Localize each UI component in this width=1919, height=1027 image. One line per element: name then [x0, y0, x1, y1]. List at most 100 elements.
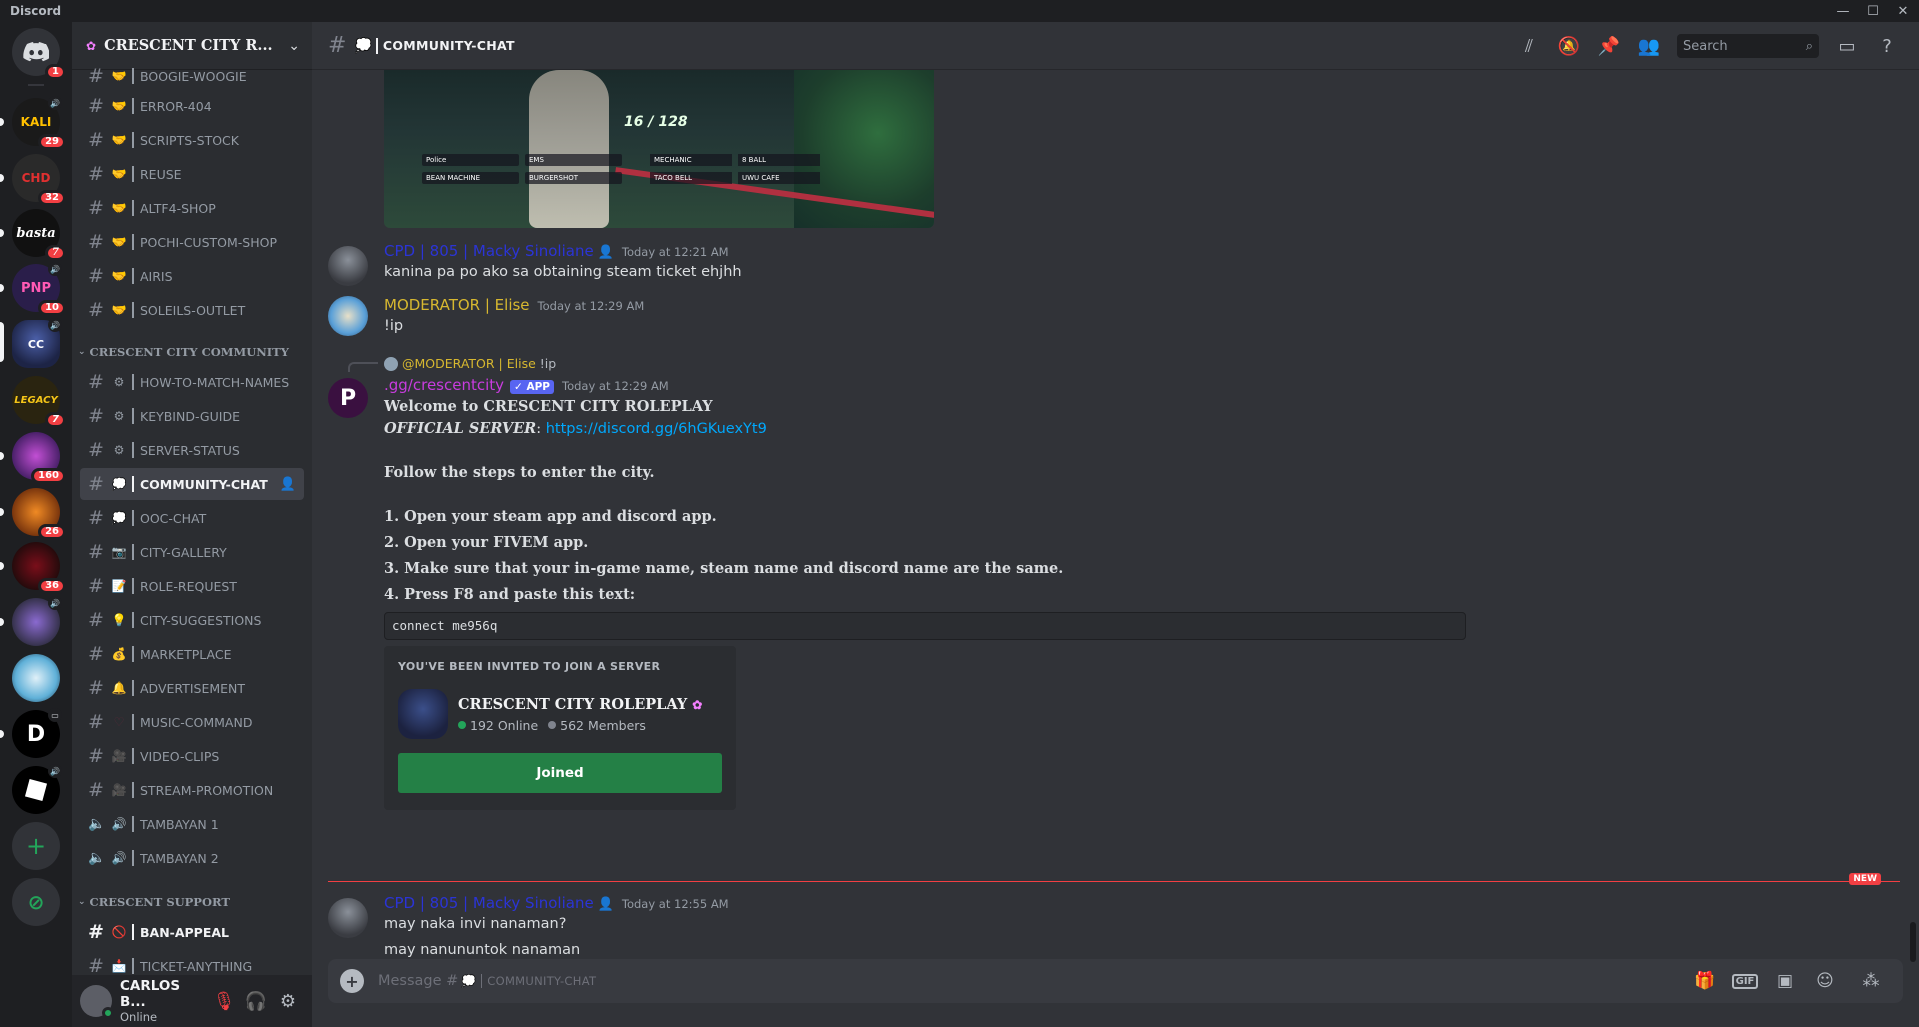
add-server-button[interactable]: +	[12, 822, 60, 870]
mute-microphone-icon[interactable]: 🎙	[208, 985, 240, 1017]
channel-emoji: ⚙	[113, 409, 125, 423]
maximize-button[interactable]: ☐	[1858, 0, 1888, 22]
channel-error-404[interactable]: # 🤝 ERROR-404	[80, 90, 304, 122]
headphones-icon[interactable]: 🎧	[240, 985, 272, 1017]
flower-icon: ✿	[86, 38, 97, 53]
channel-name: KEYBIND-GUIDE	[140, 408, 240, 424]
channel-keybind-guide[interactable]: # ⚙ KEYBIND-GUIDE	[80, 400, 304, 432]
channel-city-suggestions[interactable]: # 💡 CITY-SUGGESTIONS	[80, 604, 304, 636]
server-game[interactable]: 🔊	[12, 596, 62, 646]
message-text: !ip	[384, 318, 404, 334]
close-button[interactable]: ✕	[1888, 0, 1918, 22]
channel-pochi-custom-shop[interactable]: # 🤝 POCHI-CUSTOM-SHOP	[80, 226, 304, 258]
invite-link[interactable]: https://discord.gg/6hGKuexYt9	[546, 421, 767, 437]
discover-button[interactable]: ⊘	[12, 878, 60, 926]
guild-header[interactable]: ✿ CRESCENT CITY R... ⌄	[72, 22, 312, 70]
notification-bell-muted-icon[interactable]: 🔕	[1549, 34, 1589, 58]
user-info[interactable]: CARLOS B... Online	[120, 978, 208, 1024]
message-input[interactable]: Message # 💭 COMMUNITY-CHAT	[378, 973, 1685, 989]
channel-soleils-outlet[interactable]: # 🤝 SOLEILS-OUTLET	[80, 294, 304, 326]
server-crescent-city[interactable]: CC 🔊	[12, 318, 62, 368]
author-name[interactable]: MODERATOR | Elise	[384, 296, 530, 314]
channel-server-status[interactable]: # ⚙ SERVER-STATUS	[80, 434, 304, 466]
author-name[interactable]: CPD | 805 | Macky Sinoliane	[384, 894, 594, 912]
server-red[interactable]: 36	[12, 542, 66, 594]
separator	[132, 408, 134, 424]
category-support[interactable]: ⌄ CRESCENT SUPPORT	[76, 890, 304, 914]
server-roblox[interactable]: 🔊	[12, 764, 62, 814]
gear-icon[interactable]: ⚙	[272, 985, 304, 1017]
gift-icon[interactable]: 🎁	[1685, 971, 1725, 991]
channel-community-chat[interactable]: # 💭 COMMUNITY-CHAT 👤	[80, 468, 304, 500]
avatar[interactable]	[328, 296, 368, 336]
sticker-icon[interactable]: ▣	[1765, 971, 1805, 991]
apps-icon[interactable]: ⁂	[1851, 971, 1891, 991]
image-attachment[interactable]: 16 / 128 Police EMS BEAN MACHINE BURGERS…	[384, 70, 934, 228]
timestamp[interactable]: Today at 12:29 AM	[562, 379, 669, 393]
server-d[interactable]: D ▭	[12, 708, 62, 758]
channel-music-command[interactable]: # ♡ MUSIC-COMMAND	[80, 706, 304, 738]
help-icon[interactable]: ?	[1867, 34, 1907, 58]
timestamp[interactable]: Today at 12:29 AM	[538, 299, 645, 313]
channel-name: MUSIC-COMMAND	[140, 714, 253, 730]
message-header: CPD | 805 | Macky Sinoliane 👤 Today at 1…	[384, 894, 729, 912]
server-orange[interactable]: 26	[12, 488, 66, 540]
avatar[interactable]: P	[328, 378, 368, 418]
channel-ban-appeal[interactable]: # 🚫 BAN-APPEAL	[80, 916, 304, 948]
speaker-icon: 🔊	[48, 96, 62, 110]
avatar[interactable]	[328, 898, 368, 938]
image-counter: 16 / 128	[624, 114, 688, 130]
scrollbar[interactable]	[1910, 922, 1916, 962]
channel-scripts-stock[interactable]: # 🤝 SCRIPTS-STOCK	[80, 124, 304, 156]
channel-boogie-woogie[interactable]: # 🤝 BOOGIE-WOOGIE	[80, 66, 304, 86]
avatar[interactable]	[80, 985, 114, 1019]
code-block[interactable]: connect me956q	[384, 612, 1466, 640]
server-icon[interactable]	[398, 689, 448, 739]
message-composer[interactable]: + Message # 💭 COMMUNITY-CHAT 🎁 GIF ▣ ☺ ⁂	[328, 959, 1903, 1003]
rail-divider	[28, 84, 44, 86]
server-purple[interactable]: 160	[12, 432, 66, 484]
server-chd[interactable]: CHD 32	[12, 154, 66, 206]
server-kali[interactable]: KALI 🔊 29	[12, 96, 66, 150]
hud-label: 8 BALL	[738, 154, 820, 166]
inbox-icon[interactable]: ▭	[1827, 34, 1867, 58]
channel-marketplace[interactable]: # 💰 MARKETPLACE	[80, 638, 304, 670]
invite-server-name[interactable]: CRESCENT CITY ROLEPLAY ✿	[458, 696, 702, 713]
channel-advertisement[interactable]: # 🔔 ADVERTISEMENT	[80, 672, 304, 704]
joined-button[interactable]: Joined	[398, 753, 722, 793]
add-attachment-icon[interactable]: +	[340, 969, 364, 993]
add-member-icon[interactable]: 👤	[280, 477, 296, 492]
gif-icon[interactable]: GIF	[1725, 973, 1765, 989]
home-button[interactable]: 1	[12, 28, 66, 80]
author-name[interactable]: .gg/crescentcity	[384, 376, 504, 394]
category-community[interactable]: ⌄ CRESCENT CITY COMMUNITY	[76, 340, 304, 364]
channel-role-request[interactable]: # 📝 ROLE-REQUEST	[80, 570, 304, 602]
voice-channel-tambayan-2[interactable]: 🔈 🔊 TAMBAYAN 2	[80, 842, 304, 874]
minimize-button[interactable]: —	[1828, 0, 1858, 22]
server-legacy[interactable]: LEGACY 7	[12, 376, 66, 428]
channel-reuse[interactable]: # 🤝 REUSE	[80, 158, 304, 190]
hash-icon: #	[88, 609, 104, 631]
pin-icon[interactable]: 📌	[1589, 34, 1629, 58]
avatar[interactable]	[328, 246, 368, 286]
search-input[interactable]: Search ⌕	[1677, 34, 1819, 58]
server-light[interactable]	[12, 654, 60, 702]
threads-icon[interactable]: ⫽	[1509, 34, 1549, 58]
channel-airis[interactable]: # 🤝 AIRIS	[80, 260, 304, 292]
channel-stream-promotion[interactable]: # 🎥 STREAM-PROMOTION	[80, 774, 304, 806]
channel-altf4-shop[interactable]: # 🤝 ALTF4-SHOP	[80, 192, 304, 224]
reply-preview[interactable]: @MODERATOR | Elise !ip	[384, 356, 556, 371]
timestamp[interactable]: Today at 12:21 AM	[622, 245, 729, 259]
channel-how-to-match-names[interactable]: # ⚙ HOW-TO-MATCH-NAMES	[80, 366, 304, 398]
timestamp[interactable]: Today at 12:55 AM	[622, 897, 729, 911]
server-pnp[interactable]: PNP 🔊 10	[12, 262, 66, 316]
voice-channel-tambayan-1[interactable]: 🔈 🔊 TAMBAYAN 1	[80, 808, 304, 840]
server-basta[interactable]: basta 7	[12, 209, 66, 261]
emoji-icon[interactable]: ☺	[1805, 971, 1845, 991]
channel-city-gallery[interactable]: # 📷 CITY-GALLERY	[80, 536, 304, 568]
member-list-icon[interactable]: 👥	[1629, 34, 1669, 58]
channel-emoji: 💭	[111, 477, 127, 491]
author-name[interactable]: CPD | 805 | Macky Sinoliane	[384, 242, 594, 260]
channel-video-clips[interactable]: # 🎥 VIDEO-CLIPS	[80, 740, 304, 772]
channel-ooc-chat[interactable]: # 💭 OOC-CHAT	[80, 502, 304, 534]
